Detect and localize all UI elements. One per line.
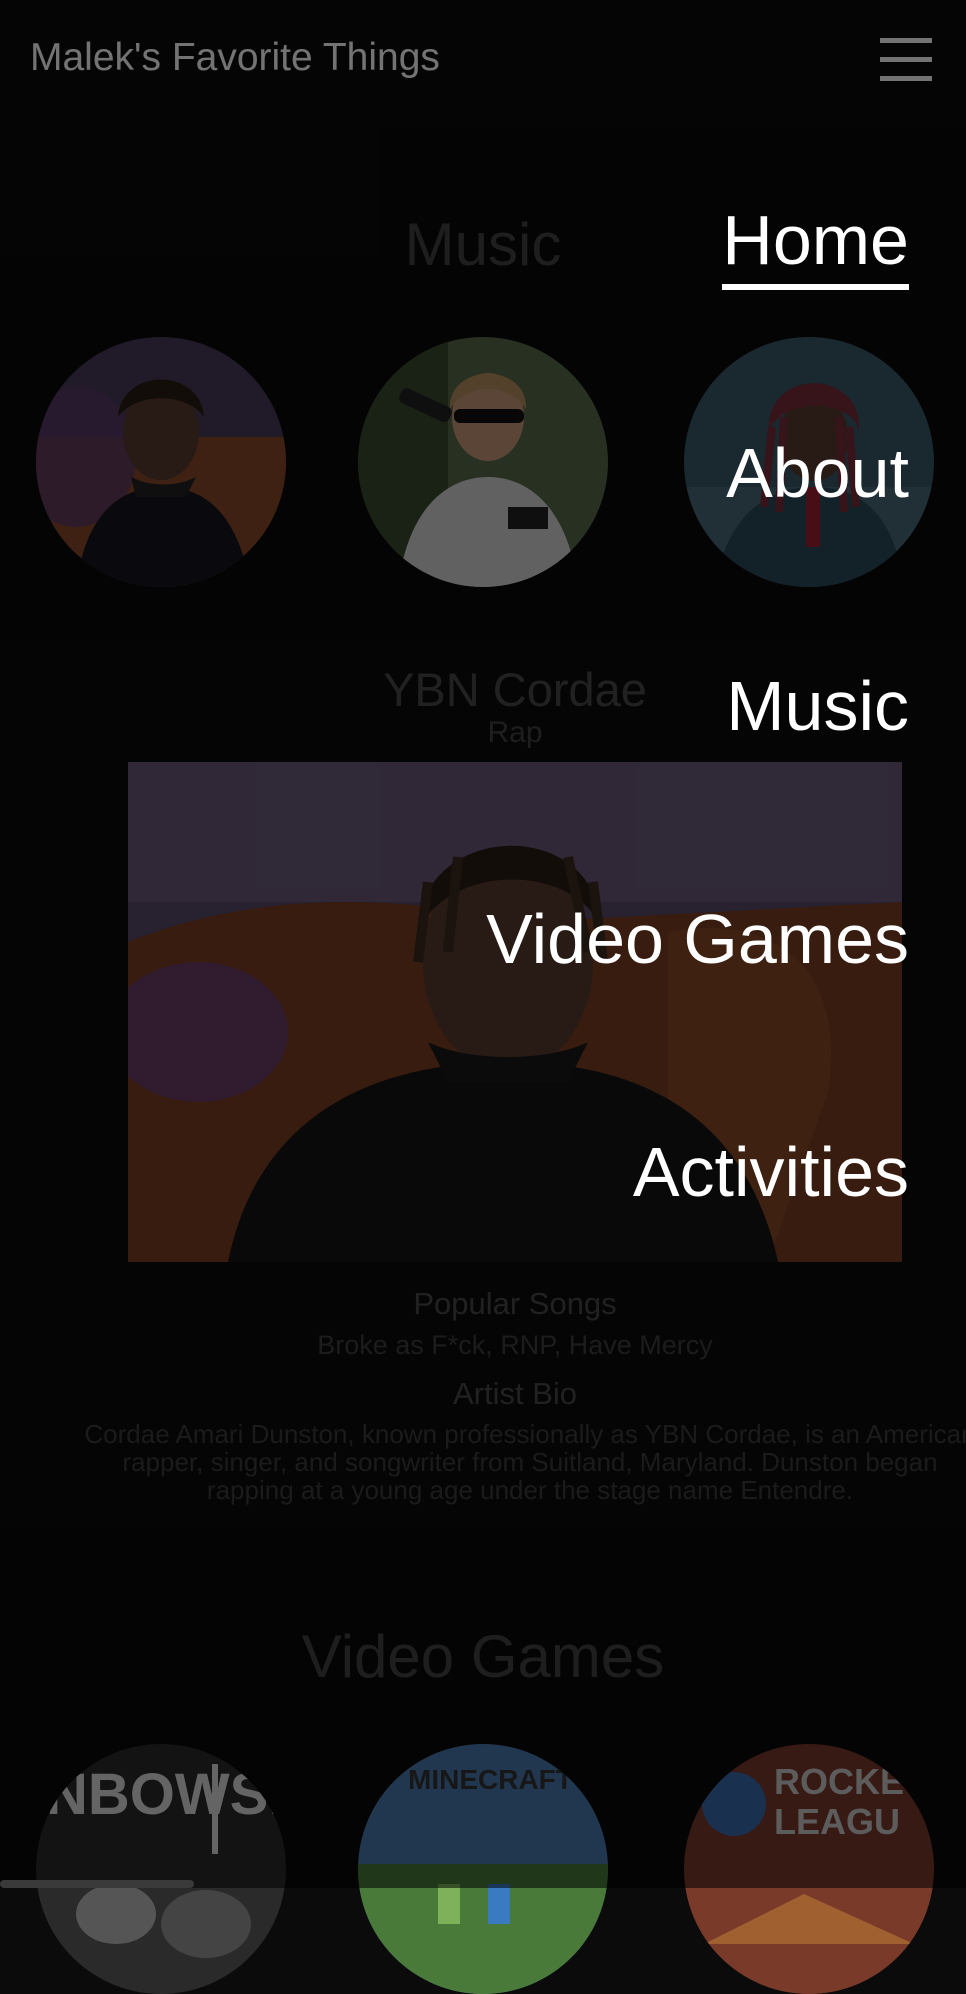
popular-songs-list: Broke as F*ck, RNP, Have Mercy — [317, 1330, 713, 1360]
svg-text:ROCKE: ROCKE — [774, 1761, 904, 1802]
video-games-section: Video Games NBOWSIX SIE MINECRAFT — [0, 1526, 966, 1994]
nav-activities[interactable]: Activities — [633, 1132, 909, 1212]
artist-detail: YBN Cordae Rap Popular Songs Broke as F*… — [0, 646, 966, 1526]
artist-bio-heading: Artist Bio — [452, 1376, 578, 1411]
nav-home[interactable]: Home — [722, 200, 909, 290]
page: Malek's Favorite Things Music YBN Cordae… — [0, 0, 966, 1994]
game-thumbnail-minecraft[interactable]: MINECRAFT — [358, 1744, 608, 1994]
game-thumbnail-rainbow-six[interactable]: NBOWSIX SIE — [36, 1744, 286, 1994]
nav-video-games[interactable]: Video Games — [486, 899, 909, 979]
game-thumbnail-rocket-league[interactable]: ROCKE LEAGU — [684, 1744, 934, 1994]
site-title[interactable]: Malek's Favorite Things — [30, 36, 440, 80]
svg-text:NBOWSIX SIE: NBOWSIX SIE — [46, 1762, 286, 1827]
site-header: Malek's Favorite Things — [0, 0, 966, 126]
artist-thumbnail-ybn-cordae[interactable] — [36, 337, 286, 587]
artist-thumbnail-yung-gravy[interactable] — [358, 337, 608, 587]
svg-text:LEAGU: LEAGU — [774, 1801, 900, 1842]
video-games-heading: Video Games — [301, 1623, 665, 1690]
nav-music[interactable]: Music — [726, 666, 909, 746]
horizontal-scrollbar[interactable] — [0, 1880, 194, 1888]
nav-about[interactable]: About — [726, 433, 909, 513]
popular-songs-heading: Popular Songs — [413, 1286, 617, 1321]
hamburger-menu-icon[interactable] — [880, 36, 932, 84]
artist-bio-text: Cordae Amari Dunston, known professional… — [84, 1419, 966, 1505]
svg-text:MINECRAFT: MINECRAFT — [408, 1764, 573, 1795]
